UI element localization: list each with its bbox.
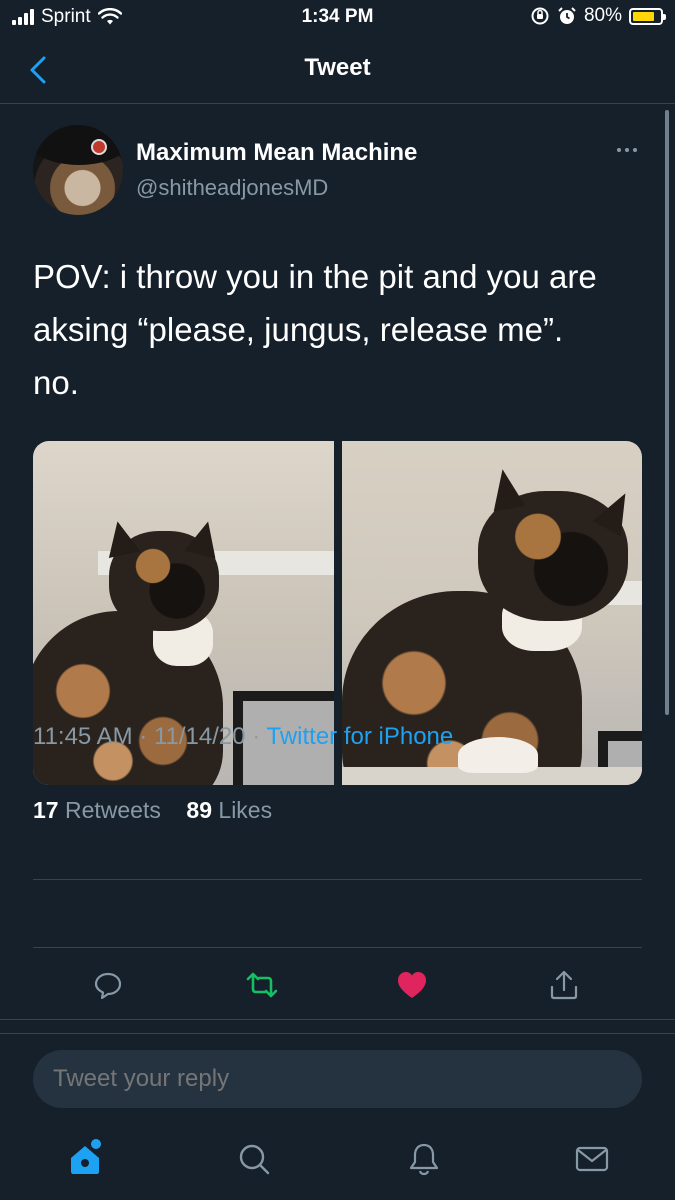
alarm-icon	[558, 7, 576, 24]
status-right: 80%	[530, 5, 666, 27]
tab-home[interactable]	[63, 1137, 107, 1181]
retweets-label: Retweets	[64, 797, 161, 823]
author-display-name[interactable]: Maximum Mean Machine	[136, 139, 417, 167]
share-button[interactable]	[542, 963, 586, 1007]
avatar[interactable]	[33, 125, 123, 215]
nav-bar: Tweet	[0, 36, 675, 104]
reply-bar	[0, 1033, 675, 1200]
tab-bar	[0, 1129, 675, 1189]
tweet-source-link[interactable]: Twitter for iPhone	[266, 723, 453, 750]
home-notification-dot	[91, 1139, 101, 1149]
battery-icon	[629, 7, 666, 25]
scrollbar[interactable]	[665, 110, 669, 715]
orientation-lock-icon	[531, 7, 549, 25]
tweet-text: POV: i throw you in the pit and you are …	[33, 258, 597, 401]
more-options-button[interactable]	[612, 142, 642, 158]
reply-button[interactable]	[86, 963, 130, 1007]
comment-icon	[94, 972, 122, 1000]
tweet-meta: 11:45 AM · 11/14/20 · Twitter for iPhone	[33, 723, 453, 751]
tab-search[interactable]	[232, 1137, 276, 1181]
messages-icon	[575, 1146, 609, 1172]
divider	[33, 879, 642, 880]
tweet-actions	[0, 963, 675, 1007]
retweet-icon	[246, 972, 278, 998]
divider	[33, 947, 642, 948]
battery-percent: 80%	[583, 5, 622, 26]
battery-fill	[633, 11, 654, 21]
status-bar: Sprint 1:34 PM 80%	[0, 0, 675, 36]
likes-label: Likes	[218, 797, 273, 823]
search-icon	[239, 1144, 270, 1175]
page-title: Tweet	[304, 54, 371, 81]
tweet-timestamp: 11:45 AM · 11/14/20 ·	[33, 723, 261, 750]
likes-stat[interactable]: 89 Likes	[186, 797, 272, 823]
retweets-count: 17	[33, 797, 59, 823]
like-button[interactable]	[390, 963, 434, 1007]
heart-icon	[398, 972, 426, 998]
retweet-button[interactable]	[240, 963, 284, 1007]
tweet-stats: 17 Retweets 89 Likes	[33, 797, 272, 824]
notifications-icon	[409, 1143, 439, 1176]
share-icon	[550, 970, 578, 1000]
author-handle[interactable]: @shitheadjonesMD	[136, 175, 328, 201]
tab-notifications[interactable]	[402, 1137, 446, 1181]
divider	[0, 1019, 675, 1020]
tab-messages[interactable]	[570, 1137, 614, 1181]
retweets-stat[interactable]: 17 Retweets	[33, 797, 161, 823]
likes-count: 89	[186, 797, 213, 823]
reply-input[interactable]	[33, 1050, 642, 1108]
